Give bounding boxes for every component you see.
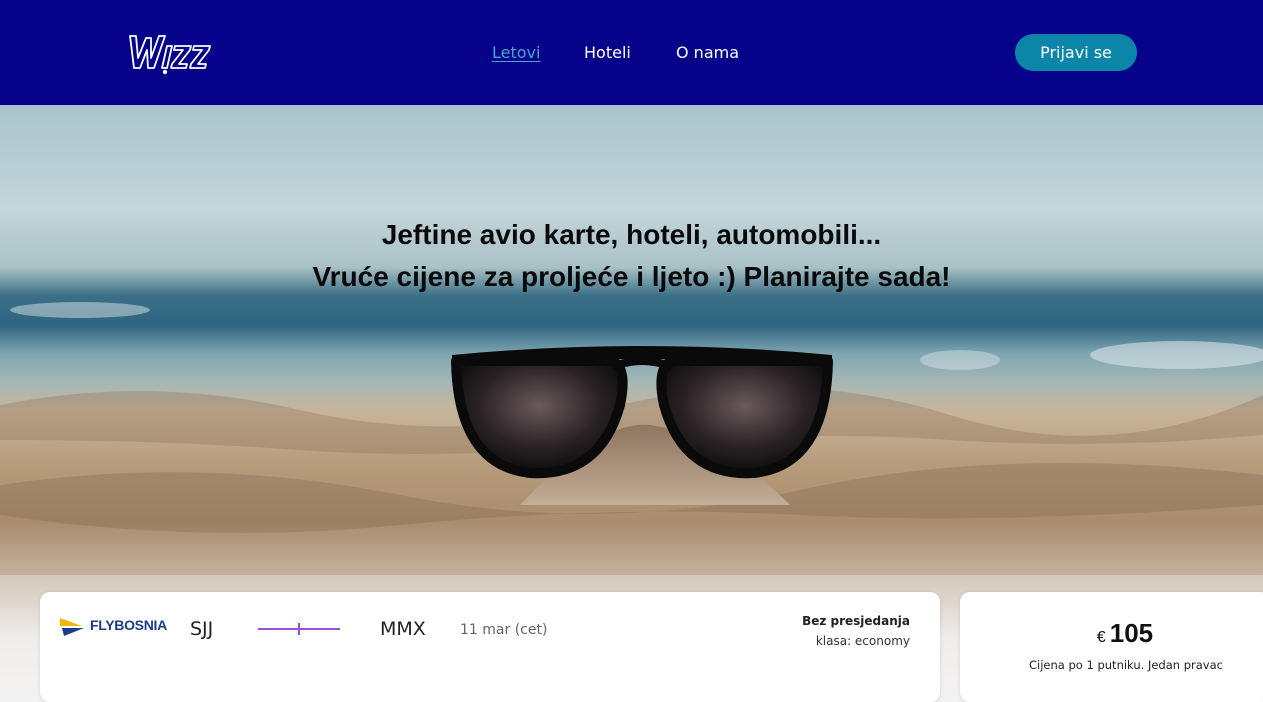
airline-name: FLYBOSNIA — [90, 617, 167, 633]
route-line-icon — [258, 623, 340, 635]
origin-airport: SJJ — [190, 618, 214, 640]
price-amount: 105 — [1109, 618, 1154, 648]
destination-airport: MMX — [380, 618, 426, 640]
flybosnia-wing-icon — [60, 618, 84, 636]
stops-label: Bez presjedanja — [802, 614, 910, 628]
nav-link-o-nama[interactable]: O nama — [676, 43, 739, 62]
airline-logo: FLYBOSNIA — [60, 614, 170, 638]
login-button[interactable]: Prijavi se — [1015, 34, 1137, 71]
hero-headline: Jeftine avio karte, hoteli, automobili..… — [381, 219, 882, 250]
price: €105 — [960, 618, 1263, 649]
price-card[interactable]: €105 Cijena po 1 putniku. Jedan pravac — [960, 592, 1263, 702]
top-navbar: Letovi Hoteli O nama Prijavi se — [0, 0, 1263, 105]
wizz-logo[interactable] — [124, 28, 220, 76]
nav-link-hoteli[interactable]: Hoteli — [584, 43, 631, 62]
hero-subheadline: Vruće cijene za proljeće i ljeto :) Plan… — [312, 261, 951, 292]
cabin-class: klasa: economy — [815, 634, 910, 648]
price-note: Cijena po 1 putniku. Jedan pravac — [1029, 658, 1223, 672]
flight-card[interactable]: FLYBOSNIA SJJ MMX 11 mar (cet) Bez presj… — [40, 592, 940, 702]
flight-date: 11 mar (cet) — [460, 622, 548, 638]
nav-link-letovi[interactable]: Letovi — [492, 43, 540, 62]
price-currency: € — [1096, 629, 1106, 646]
